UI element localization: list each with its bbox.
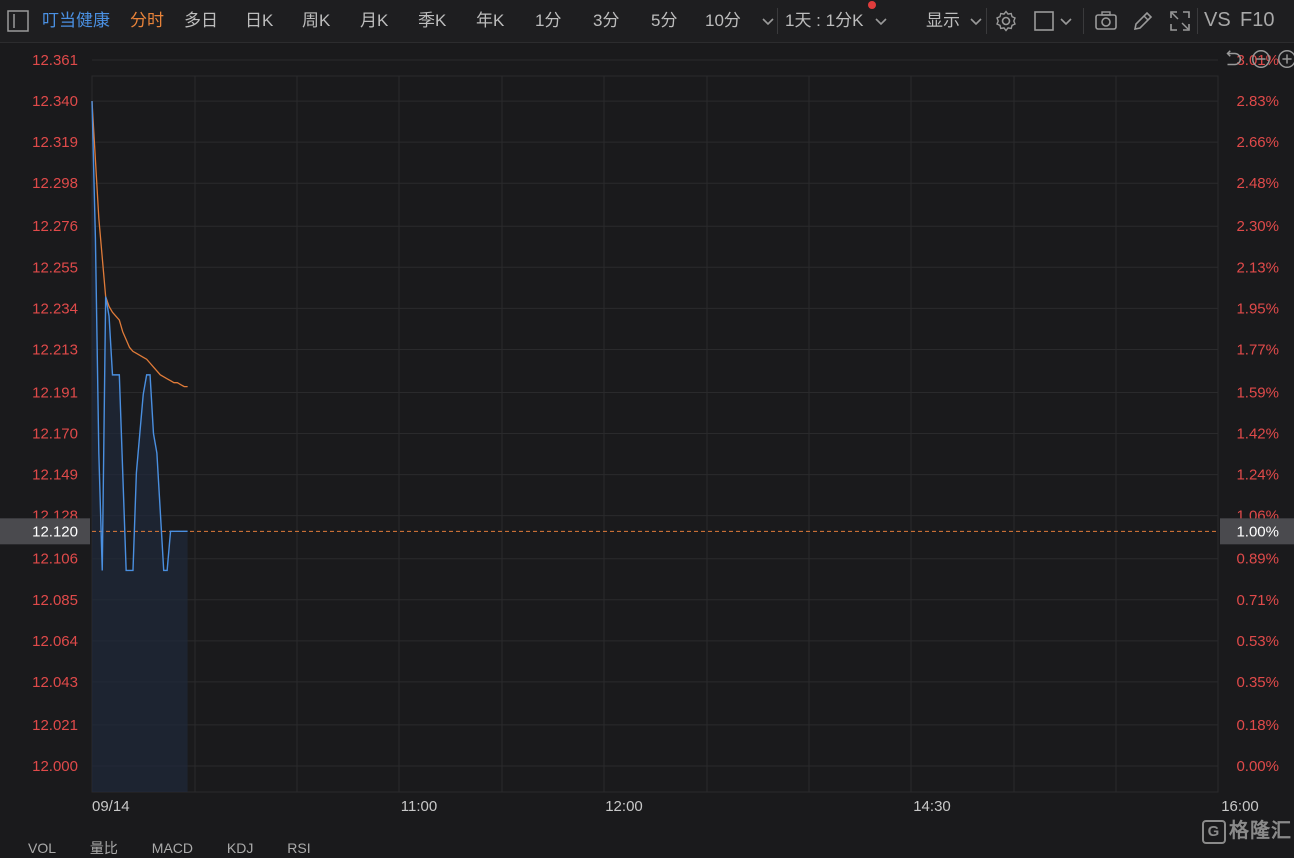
y-tick-left: 12.255: [32, 259, 78, 276]
price-area: [92, 101, 188, 792]
x-tick-label: 11:00: [401, 798, 437, 815]
y-tick-right: 0.18%: [1236, 717, 1279, 734]
y-tick-right: 1.42%: [1236, 426, 1279, 443]
y-tick-left: 12.213: [32, 341, 78, 358]
pencil-icon[interactable]: [1131, 9, 1155, 33]
divider: [1197, 8, 1198, 34]
tab-fenshi[interactable]: 分时: [130, 10, 164, 32]
tab-kdj[interactable]: KDJ: [227, 840, 253, 856]
y-tick-right: 2.30%: [1236, 218, 1279, 235]
y-tick-right: 2.66%: [1236, 134, 1279, 151]
tab-multi-day[interactable]: 多日: [184, 10, 218, 32]
f10-button[interactable]: F10: [1240, 9, 1274, 31]
y-tick-left: 12.064: [32, 633, 78, 650]
y-tick-right: 0.71%: [1236, 592, 1279, 609]
tab-1min[interactable]: 1分: [535, 10, 561, 32]
chevron-down-icon[interactable]: [964, 9, 988, 33]
y-tick-left: 12.000: [32, 758, 78, 775]
tab-month-k[interactable]: 月K: [360, 10, 388, 32]
tab-3min[interactable]: 3分: [593, 10, 619, 32]
y-tick-left: 12.361: [32, 52, 78, 69]
y-tick-left: 12.021: [32, 717, 78, 734]
tab-10min[interactable]: 10分: [705, 10, 741, 32]
y-tick-left: 12.170: [32, 426, 78, 443]
reference-pct-label: 1.00%: [1236, 523, 1279, 540]
x-tick-label: 12:00: [605, 798, 643, 815]
stock-name[interactable]: 叮当健康: [42, 10, 110, 32]
y-tick-left: 12.340: [32, 93, 78, 110]
chart-area[interactable]: 12.361 3.01% 12.340 2.83% 12.319 2.66% 12.298 2…: [0, 43, 1294, 847]
tab-year-k[interactable]: 年K: [476, 10, 504, 32]
y-tick-left: 12.191: [32, 384, 78, 401]
tab-week-k[interactable]: 周K: [302, 10, 330, 32]
y-tick-left: 12.149: [32, 467, 78, 484]
tab-5min[interactable]: 5分: [651, 10, 677, 32]
watermark-logo: G 格隆汇: [1202, 814, 1292, 844]
y-tick-left: 12.298: [32, 175, 78, 192]
gear-icon[interactable]: [994, 9, 1018, 33]
divider: [1083, 8, 1084, 34]
y-tick-left: 12.085: [32, 592, 78, 609]
zoom-in-icon[interactable]: [1276, 48, 1294, 70]
x-tick-label: 16:00: [1221, 798, 1259, 815]
fullscreen-icon[interactable]: [1168, 9, 1192, 33]
y-tick-right: 1.95%: [1236, 300, 1279, 317]
x-tick-label: 14:30: [913, 798, 951, 815]
y-tick-left: 12.234: [32, 300, 78, 317]
camera-icon[interactable]: [1094, 9, 1118, 33]
y-tick-right: 0.00%: [1236, 758, 1279, 775]
indicator-tabs: VOL 量比 MACD KDJ RSI: [28, 838, 341, 858]
divider: [986, 8, 987, 34]
chevron-down-icon[interactable]: [1054, 9, 1078, 33]
y-tick-left: 12.106: [32, 551, 78, 568]
intraday-chart[interactable]: 12.361 3.01%12.340 2.83%12.319 2.66%12.298 2…: [0, 43, 1294, 847]
period-select[interactable]: 1天 : 1分K: [785, 10, 863, 32]
watermark-text: 格隆汇: [1229, 820, 1292, 842]
tab-vol[interactable]: VOL: [28, 840, 56, 856]
y-tick-right: 0.35%: [1236, 674, 1279, 691]
divider: [777, 8, 778, 34]
y-tick-right: 0.53%: [1236, 633, 1279, 650]
tab-day-k[interactable]: 日K: [245, 10, 273, 32]
vs-button[interactable]: VS: [1204, 9, 1231, 31]
logo-icon: G: [1202, 819, 1226, 844]
display-menu[interactable]: 显示: [926, 10, 960, 32]
tab-volume-ratio[interactable]: 量比: [90, 840, 118, 856]
x-tick-label: 09/14: [92, 798, 130, 815]
y-tick-left: 12.319: [32, 134, 78, 151]
chevron-down-icon[interactable]: [869, 9, 893, 33]
tab-quarter-k[interactable]: 季K: [418, 10, 446, 32]
reset-icon[interactable]: [1222, 48, 1244, 70]
y-tick-right: 1.59%: [1236, 384, 1279, 401]
y-tick-left: 12.276: [32, 218, 78, 235]
y-tick-left: 12.043: [32, 674, 78, 691]
zoom-out-icon[interactable]: [1250, 48, 1272, 70]
y-tick-right: 0.89%: [1236, 551, 1279, 568]
toolbar: 叮当健康 分时 多日 日K 周K 月K 季K 年K 1分 3分 5分 10分 1…: [0, 0, 1294, 43]
notification-dot: [868, 1, 876, 9]
y-tick-right: 2.13%: [1236, 259, 1279, 276]
y-tick-right: 2.83%: [1236, 93, 1279, 110]
y-tick-right: 1.77%: [1236, 341, 1279, 358]
reference-price-label: 12.120: [32, 523, 78, 540]
tab-macd[interactable]: MACD: [152, 840, 193, 856]
y-tick-right: 1.24%: [1236, 467, 1279, 484]
tab-rsi[interactable]: RSI: [287, 840, 310, 856]
y-tick-right: 2.48%: [1236, 175, 1279, 192]
sidebar-toggle-icon[interactable]: [6, 9, 30, 33]
